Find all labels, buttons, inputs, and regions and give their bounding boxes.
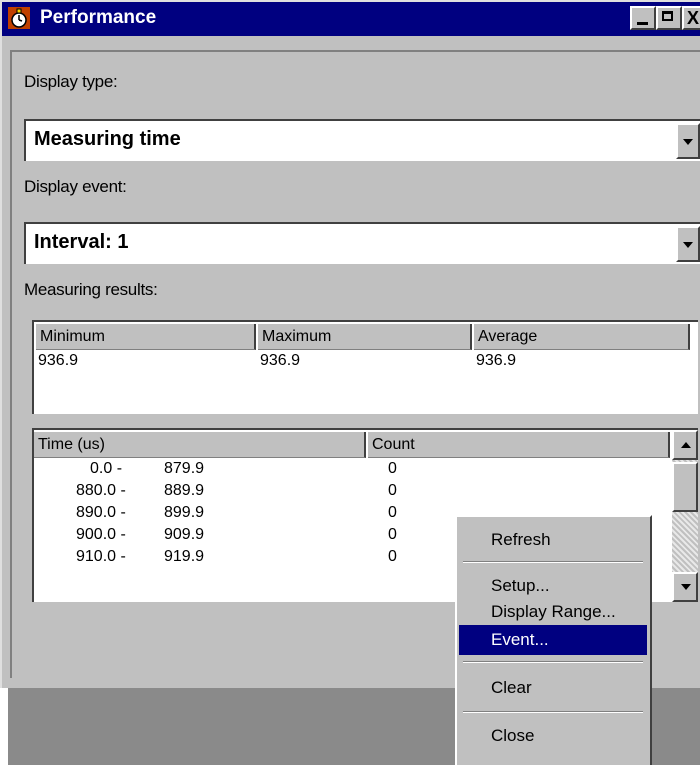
scroll-down-button[interactable] <box>672 572 698 602</box>
window-title: Performance <box>40 7 157 28</box>
close-icon: X <box>687 8 700 28</box>
range-end: 889.9 <box>164 482 205 499</box>
minimize-icon <box>637 22 648 25</box>
display-event-dropdown-button[interactable] <box>676 226 700 262</box>
menu-item-refresh[interactable]: Refresh <box>459 525 647 555</box>
list-item[interactable]: 0.0 - 879.9 0 <box>34 460 674 482</box>
range-end: 919.9 <box>164 548 205 565</box>
average-value: 936.9 <box>476 352 517 369</box>
list-item[interactable]: 880.0 - 889.9 0 <box>34 482 674 504</box>
range-start: 900.0 - <box>76 526 126 543</box>
menu-separator <box>463 711 643 713</box>
range-start: 890.0 - <box>76 504 126 521</box>
scrollbar-thumb[interactable] <box>672 462 698 512</box>
maximize-button[interactable] <box>656 6 682 30</box>
menu-item-display-range[interactable]: Display Range... <box>459 597 647 627</box>
results-table: Minimum Maximum Average 936.9 936.9 936.… <box>32 320 698 414</box>
menu-separator <box>463 661 643 663</box>
display-event-value: Interval: 1 <box>34 231 129 253</box>
measuring-results-label: Measuring results: <box>24 280 158 299</box>
menu-item-event[interactable]: Event... <box>459 625 647 655</box>
chevron-down-icon <box>681 584 691 590</box>
minimum-value: 936.9 <box>38 352 79 369</box>
display-event-dropdown[interactable]: Interval: 1 <box>24 222 700 264</box>
minimize-button[interactable] <box>630 6 656 30</box>
maximize-icon <box>662 11 673 21</box>
context-menu: Refresh Setup... Display Range... Event.… <box>455 515 652 765</box>
display-event-label: Display event: <box>24 177 127 196</box>
range-end: 909.9 <box>164 526 205 543</box>
column-header-minimum[interactable]: Minimum <box>36 324 256 350</box>
chevron-up-icon <box>681 442 691 448</box>
range-end: 879.9 <box>164 460 205 477</box>
range-start: 0.0 - <box>90 460 123 477</box>
chevron-down-icon <box>683 139 693 145</box>
range-count: 0 <box>388 504 397 521</box>
column-header-time[interactable]: Time (us) <box>34 432 366 458</box>
column-header-count[interactable]: Count <box>368 432 670 458</box>
range-start: 910.0 - <box>76 548 126 565</box>
range-count: 0 <box>388 526 397 543</box>
display-type-dropdown-button[interactable] <box>676 123 700 159</box>
display-type-value: Measuring time <box>34 128 181 150</box>
menu-item-clear[interactable]: Clear <box>459 673 647 703</box>
chevron-down-icon <box>683 242 693 248</box>
display-type-dropdown[interactable]: Measuring time <box>24 119 700 161</box>
range-count: 0 <box>388 460 397 477</box>
range-count: 0 <box>388 482 397 499</box>
range-end: 899.9 <box>164 504 205 521</box>
vertical-scrollbar[interactable] <box>672 430 698 602</box>
stopwatch-icon <box>8 7 30 29</box>
menu-separator <box>463 561 643 563</box>
desktop-edge <box>0 688 8 765</box>
close-button[interactable]: X <box>682 6 700 30</box>
range-start: 880.0 - <box>76 482 126 499</box>
title-bar[interactable]: Performance X <box>2 2 700 36</box>
menu-item-close[interactable]: Close <box>459 721 647 751</box>
scroll-up-button[interactable] <box>672 430 698 460</box>
maximum-value: 936.9 <box>260 352 301 369</box>
display-type-label: Display type: <box>24 72 118 91</box>
column-header-average[interactable]: Average <box>474 324 690 350</box>
column-header-maximum[interactable]: Maximum <box>258 324 472 350</box>
range-count: 0 <box>388 548 397 565</box>
